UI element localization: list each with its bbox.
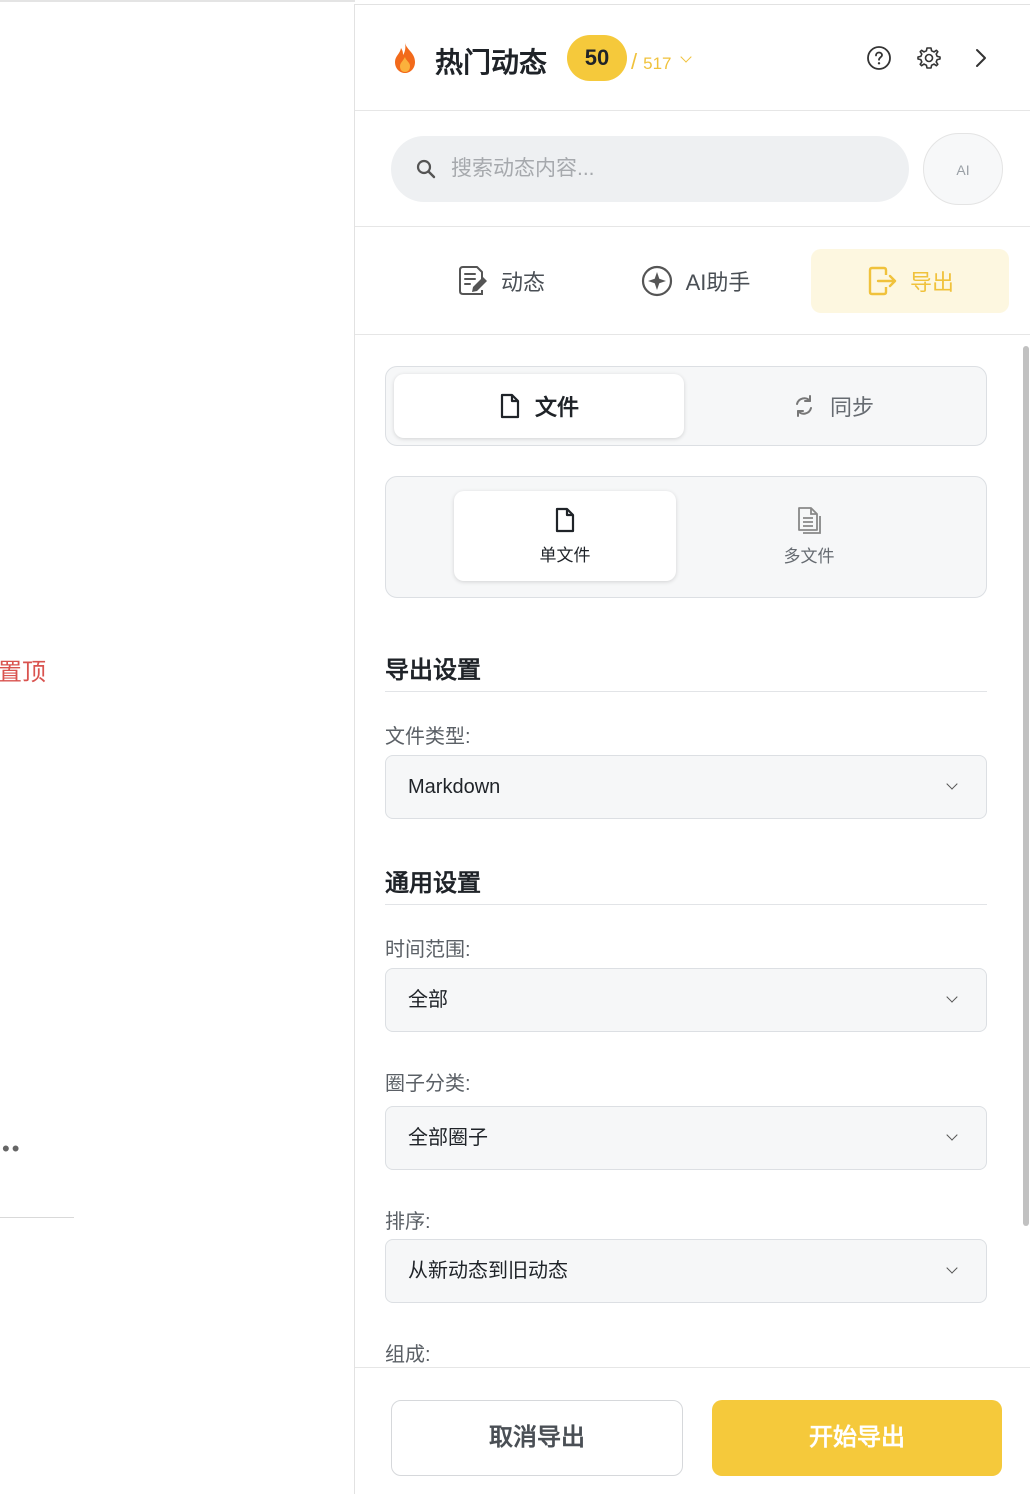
start-export-button[interactable]: 开始导出	[712, 1400, 1002, 1476]
tab-label: AI助手	[685, 270, 751, 295]
main-tabs: 动态 AI助手 导出	[355, 227, 1030, 335]
tab-label: 导出	[909, 270, 954, 295]
total-dropdown[interactable]: /517	[631, 49, 672, 75]
single-file-button[interactable]: 单文件	[454, 491, 676, 581]
total-count: 517	[643, 54, 672, 73]
ai-search-button[interactable]: AI	[923, 133, 1003, 205]
chevron-down-icon	[946, 991, 958, 1003]
file-icon	[500, 393, 520, 419]
export-icon	[868, 266, 897, 296]
chevron-down-icon	[946, 1262, 958, 1274]
files-icon	[798, 506, 821, 534]
cancel-export-button[interactable]: 取消导出	[391, 1400, 683, 1476]
search-bar[interactable]	[391, 136, 909, 202]
file-type-value: Markdown	[408, 776, 501, 798]
time-range-select[interactable]: 全部	[385, 968, 987, 1032]
pin-label: 置顶	[0, 659, 46, 686]
circle-value: 全部圈子	[408, 1127, 488, 1149]
sparkle-icon	[641, 265, 672, 297]
chevron-right-icon[interactable]	[968, 45, 994, 71]
file-mode-label: 单文件	[539, 545, 591, 565]
export-content: 文件 同步 单文件 多文件 导出设置 文件类型: Markdown 通用设置 时…	[355, 336, 1030, 1366]
multi-file-button[interactable]: 多文件	[698, 491, 920, 581]
tab-export[interactable]: 导出	[811, 249, 1009, 313]
file-type-label: 文件类型:	[385, 726, 471, 748]
mode-label: 文件	[534, 395, 579, 420]
mode-file-button[interactable]: 文件	[394, 374, 684, 438]
gear-icon[interactable]	[916, 45, 942, 71]
mode-label: 同步	[829, 395, 874, 420]
sync-icon	[795, 395, 812, 417]
chevron-down-icon	[946, 1129, 958, 1141]
circle-select[interactable]: 全部圈子	[385, 1106, 987, 1170]
search-input[interactable]	[451, 136, 891, 202]
search-row: AI	[355, 111, 1030, 227]
divider	[385, 904, 987, 905]
time-range-label: 时间范围:	[385, 939, 471, 961]
file-icon	[555, 507, 575, 532]
tab-feed[interactable]: 动态	[425, 249, 575, 313]
scrollbar[interactable]	[1023, 346, 1029, 1226]
file-mode-switch: 单文件 多文件	[385, 476, 987, 598]
circle-label: 圈子分类:	[385, 1073, 471, 1095]
chevron-down-icon[interactable]	[680, 51, 692, 63]
file-type-select[interactable]: Markdown	[385, 755, 987, 819]
divider	[385, 691, 987, 692]
mode-sync-button[interactable]: 同步	[688, 374, 978, 438]
tab-label: 动态	[500, 270, 545, 295]
edit-note-icon	[458, 266, 487, 295]
sort-value: 从新动态到旧动态	[408, 1260, 568, 1282]
divider	[0, 1217, 74, 1218]
flame-icon	[395, 43, 415, 73]
general-settings-title: 通用设置	[385, 870, 481, 897]
time-range-value: 全部	[408, 989, 448, 1011]
export-settings-title: 导出设置	[385, 657, 481, 684]
export-panel: 热门动态 50 /517 AI	[354, 4, 1030, 1494]
panel-footer: 取消导出 开始导出	[355, 1367, 1030, 1494]
chevron-down-icon	[946, 778, 958, 790]
search-icon	[416, 159, 436, 179]
page-title: 热门动态	[435, 47, 548, 78]
background-page: 置顶 ••	[0, 0, 355, 1494]
compose-label: 组成:	[385, 1344, 431, 1366]
more-dots[interactable]: ••	[2, 1136, 21, 1162]
count-badge: 50	[567, 35, 627, 81]
sort-select[interactable]: 从新动态到旧动态	[385, 1239, 987, 1303]
sort-label: 排序:	[385, 1211, 431, 1233]
export-mode-switch: 文件 同步	[385, 366, 987, 446]
panel-header: 热门动态 50 /517	[355, 5, 1030, 111]
file-mode-label: 多文件	[783, 546, 835, 566]
help-icon[interactable]	[866, 45, 892, 71]
tab-ai-assistant[interactable]: AI助手	[625, 249, 765, 313]
